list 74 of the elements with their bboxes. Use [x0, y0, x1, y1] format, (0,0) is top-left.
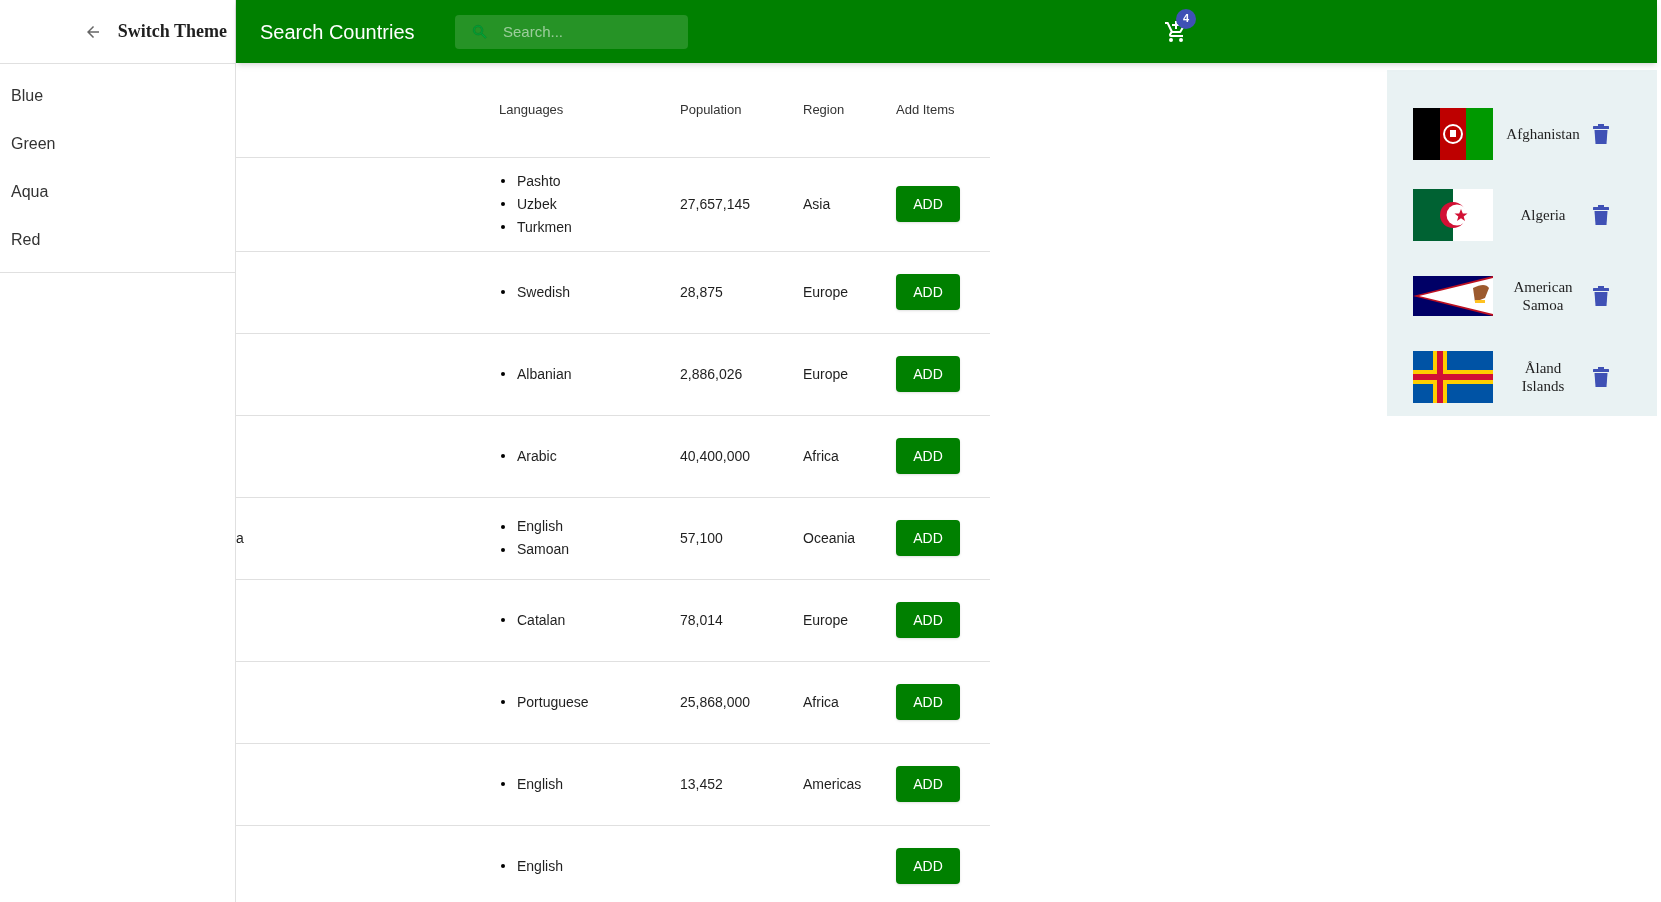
search-icon	[471, 22, 489, 41]
bullet-icon	[501, 179, 505, 183]
bullet-icon	[501, 782, 505, 786]
bullet-icon	[501, 454, 505, 458]
add-button[interactable]: ADD	[896, 438, 960, 474]
flag-icon	[1413, 275, 1493, 316]
add-button[interactable]: ADD	[896, 520, 960, 556]
table-cell: Africa	[803, 693, 839, 710]
bullet-icon	[501, 547, 505, 552]
column-header: Region	[803, 102, 845, 117]
table-cell: Europe	[803, 611, 849, 628]
country-name: Åland Islands	[1520, 358, 1566, 395]
add-button[interactable]: ADD	[896, 684, 960, 720]
add-button[interactable]: ADD	[896, 602, 960, 638]
language-item: Samoan	[517, 540, 570, 559]
table-cell: 13,452	[680, 775, 723, 792]
table-cell: a	[236, 529, 244, 546]
table-cell: Asia	[803, 195, 831, 212]
add-button[interactable]: ADD	[896, 274, 960, 310]
table-cell: 28,875	[680, 283, 723, 300]
bullet-icon	[501, 202, 505, 206]
add-button[interactable]: ADD	[896, 766, 960, 802]
theme-option[interactable]: Blue	[0, 72, 235, 120]
language-item: English	[517, 774, 563, 794]
table-cell: Africa	[803, 447, 839, 464]
table-cell: Americas	[803, 775, 862, 792]
column-header: Add Items	[896, 102, 955, 117]
table-cell: Oceania	[803, 529, 856, 546]
flag-icon	[1413, 107, 1493, 160]
add-button[interactable]: ADD	[896, 356, 960, 392]
table-cell: 57,100	[680, 529, 723, 546]
language-item: Pashto	[517, 171, 561, 191]
delete-icon[interactable]	[1593, 285, 1609, 306]
bullet-icon	[501, 225, 505, 229]
bullet-icon	[501, 372, 505, 376]
language-item: Turkmen	[517, 217, 572, 237]
add-button[interactable]: ADD	[896, 186, 960, 222]
language-item: English	[517, 856, 563, 876]
country-name: Algeria	[1519, 205, 1567, 224]
bullet-icon	[501, 618, 505, 622]
table-cell: Europe	[803, 283, 849, 300]
bullet-icon	[501, 290, 505, 294]
language-item: Swedish	[517, 282, 570, 302]
bullet-icon	[501, 864, 505, 868]
theme-option[interactable]: Red	[0, 216, 235, 264]
delete-icon[interactable]	[1593, 204, 1609, 225]
theme-option[interactable]: Green	[0, 120, 235, 168]
bullet-icon	[501, 700, 505, 704]
drawer-title: Switch Theme	[117, 20, 227, 43]
add-button[interactable]: ADD	[896, 848, 960, 884]
language-item: Albanian	[517, 364, 572, 384]
country-name: Afghanistan	[1505, 124, 1581, 143]
flag-icon	[1413, 350, 1493, 403]
table-cell: 40,400,000	[680, 447, 751, 464]
table-cell: 27,657,145	[680, 195, 751, 212]
language-item: Portuguese	[517, 692, 589, 712]
table-cell: 78,014	[680, 611, 723, 628]
cart-count-badge: 4	[1176, 8, 1196, 29]
table-cell: Europe	[803, 365, 849, 382]
theme-option[interactable]: Aqua	[0, 168, 235, 216]
delete-icon[interactable]	[1593, 123, 1609, 144]
column-header: Languages	[499, 102, 564, 117]
language-item: Uzbek	[517, 194, 557, 214]
country-name: American Samoa	[1512, 277, 1574, 314]
language-item: Catalan	[517, 610, 566, 630]
delete-icon[interactable]	[1593, 366, 1609, 387]
flag-icon	[1413, 188, 1493, 241]
table-cell: 2,886,026	[680, 365, 743, 382]
language-item: English	[517, 517, 563, 536]
app-title: Search Countries	[260, 19, 416, 45]
table-cell: 25,868,000	[680, 693, 751, 710]
bullet-icon	[501, 524, 505, 529]
language-item: Arabic	[517, 446, 557, 466]
column-header: Population	[680, 102, 742, 117]
